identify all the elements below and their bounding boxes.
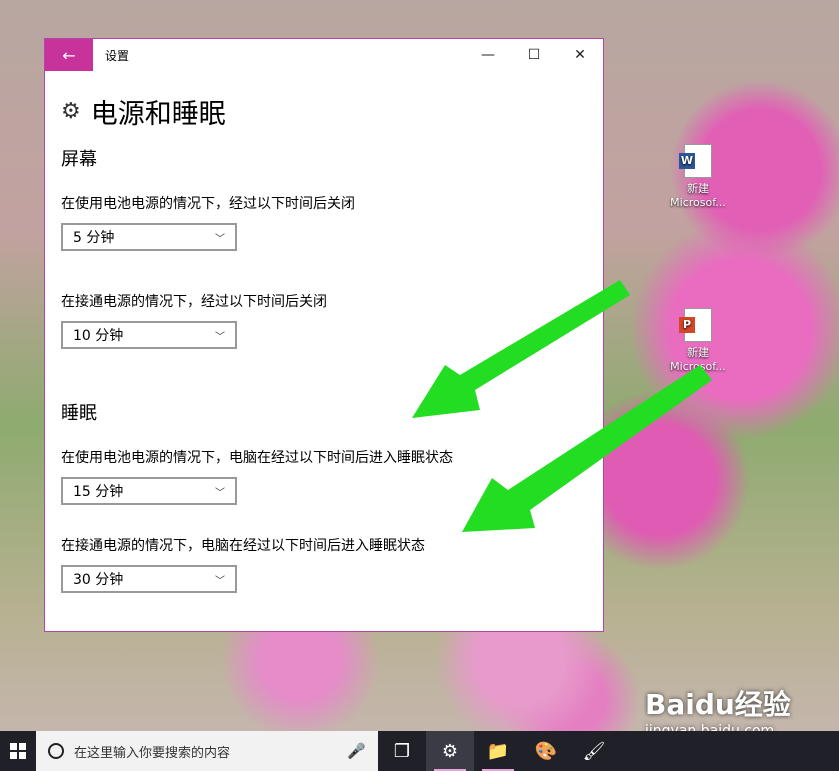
microphone-icon[interactable]: 🎤	[347, 742, 366, 760]
start-button[interactable]	[0, 731, 36, 771]
arrow-2-shape	[462, 365, 712, 532]
task-view-button[interactable]: ❐	[378, 731, 426, 771]
annotation-arrow-1	[412, 280, 712, 532]
taskbar-settings-button[interactable]: ⚙	[426, 731, 474, 771]
taskbar-search-box[interactable]: 在这里输入你要搜索的内容 🎤	[36, 731, 378, 771]
taskbar: 在这里输入你要搜索的内容 🎤 ❐ ⚙ 📁 🎨 🖌	[0, 731, 839, 771]
paint-icon: 🎨	[534, 740, 558, 762]
taskbar-paint2-button[interactable]: 🖌	[570, 731, 618, 771]
folder-icon: 📁	[486, 740, 510, 762]
task-view-icon: ❐	[393, 740, 411, 762]
cortana-icon	[48, 743, 64, 759]
taskbar-file-explorer-button[interactable]: 📁	[474, 731, 522, 771]
windows-logo-icon	[10, 743, 26, 759]
arrow-1-shape	[412, 280, 630, 418]
search-placeholder: 在这里输入你要搜索的内容	[74, 745, 231, 761]
taskbar-paint-button[interactable]: 🎨	[522, 731, 570, 771]
paintbrush-icon: 🖌	[582, 740, 606, 762]
watermark-brand: Baidu经验	[645, 688, 791, 721]
settings-gear-icon: ⚙	[441, 740, 459, 762]
